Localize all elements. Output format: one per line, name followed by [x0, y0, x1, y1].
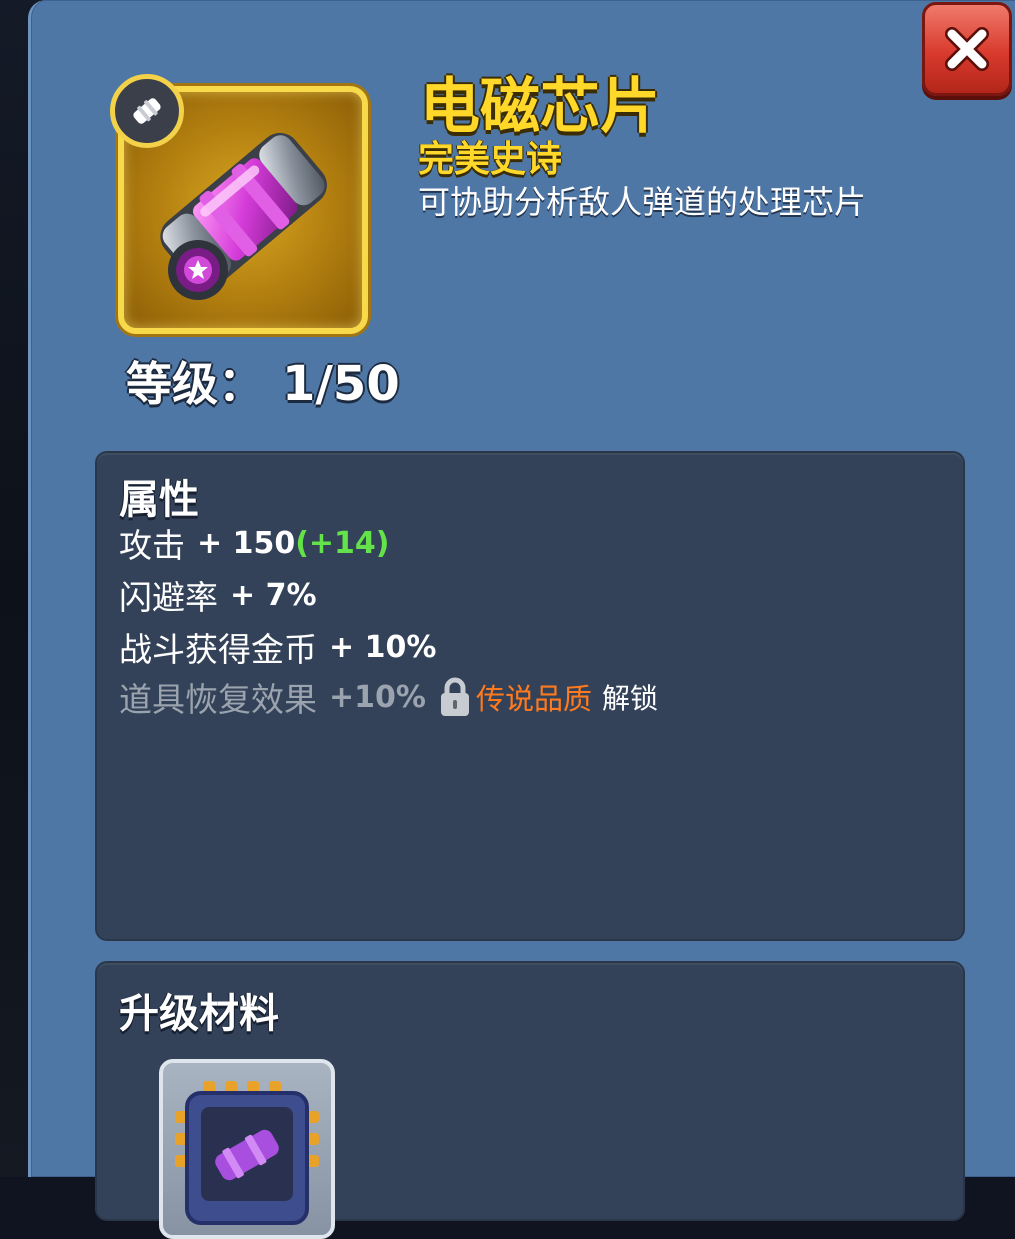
- item-description: 可协助分析敌人弹道的处理芯片: [418, 183, 867, 221]
- attribute-row-attack: 攻击 + 150 (+14): [119, 519, 390, 567]
- chip-type-icon: [133, 98, 161, 124]
- attribute-name: 闪避率: [119, 578, 218, 617]
- lock-icon: [440, 677, 469, 716]
- material-slot[interactable]: [159, 1059, 335, 1239]
- attribute-name: 攻击: [119, 526, 185, 565]
- attribute-row-gold: 战斗获得金币 + 10%: [119, 623, 436, 671]
- chip-material-icon: [175, 1081, 319, 1225]
- upgrade-materials-box: 升级材料: [95, 961, 965, 1239]
- unlock-label: 解锁: [601, 682, 658, 715]
- attribute-name: 战斗获得金币: [119, 630, 317, 669]
- attribute-value: + 10%: [329, 629, 437, 665]
- attribute-name: 道具恢复效果: [119, 680, 317, 719]
- attribute-value: + 7%: [230, 577, 317, 613]
- close-icon: [945, 27, 989, 71]
- quality-requirement: 传说品质: [475, 682, 592, 716]
- materials-title: 升级材料: [119, 991, 279, 1037]
- attribute-value: +10%: [329, 679, 426, 715]
- chip-type-badge: [110, 74, 184, 148]
- attribute-row-dodge: 闪避率 + 7%: [119, 571, 317, 619]
- level-label: 等级：: [126, 357, 264, 411]
- attribute-row-locked: 道具恢复效果 +10% 传说品质 解锁: [119, 673, 658, 721]
- close-button[interactable]: [922, 2, 1012, 96]
- level-row: 等级： 1/50: [126, 348, 400, 414]
- item-rarity: 完美史诗: [418, 139, 563, 180]
- attributes-title: 属性: [119, 477, 199, 523]
- attribute-bonus: (+14): [295, 525, 390, 561]
- level-value: 1/50: [282, 356, 400, 412]
- attribute-value: + 150: [197, 525, 296, 561]
- attributes-box: 属性 攻击 + 150 (+14) 闪避率 + 7% 战斗获得金币 + 10% …: [95, 451, 965, 941]
